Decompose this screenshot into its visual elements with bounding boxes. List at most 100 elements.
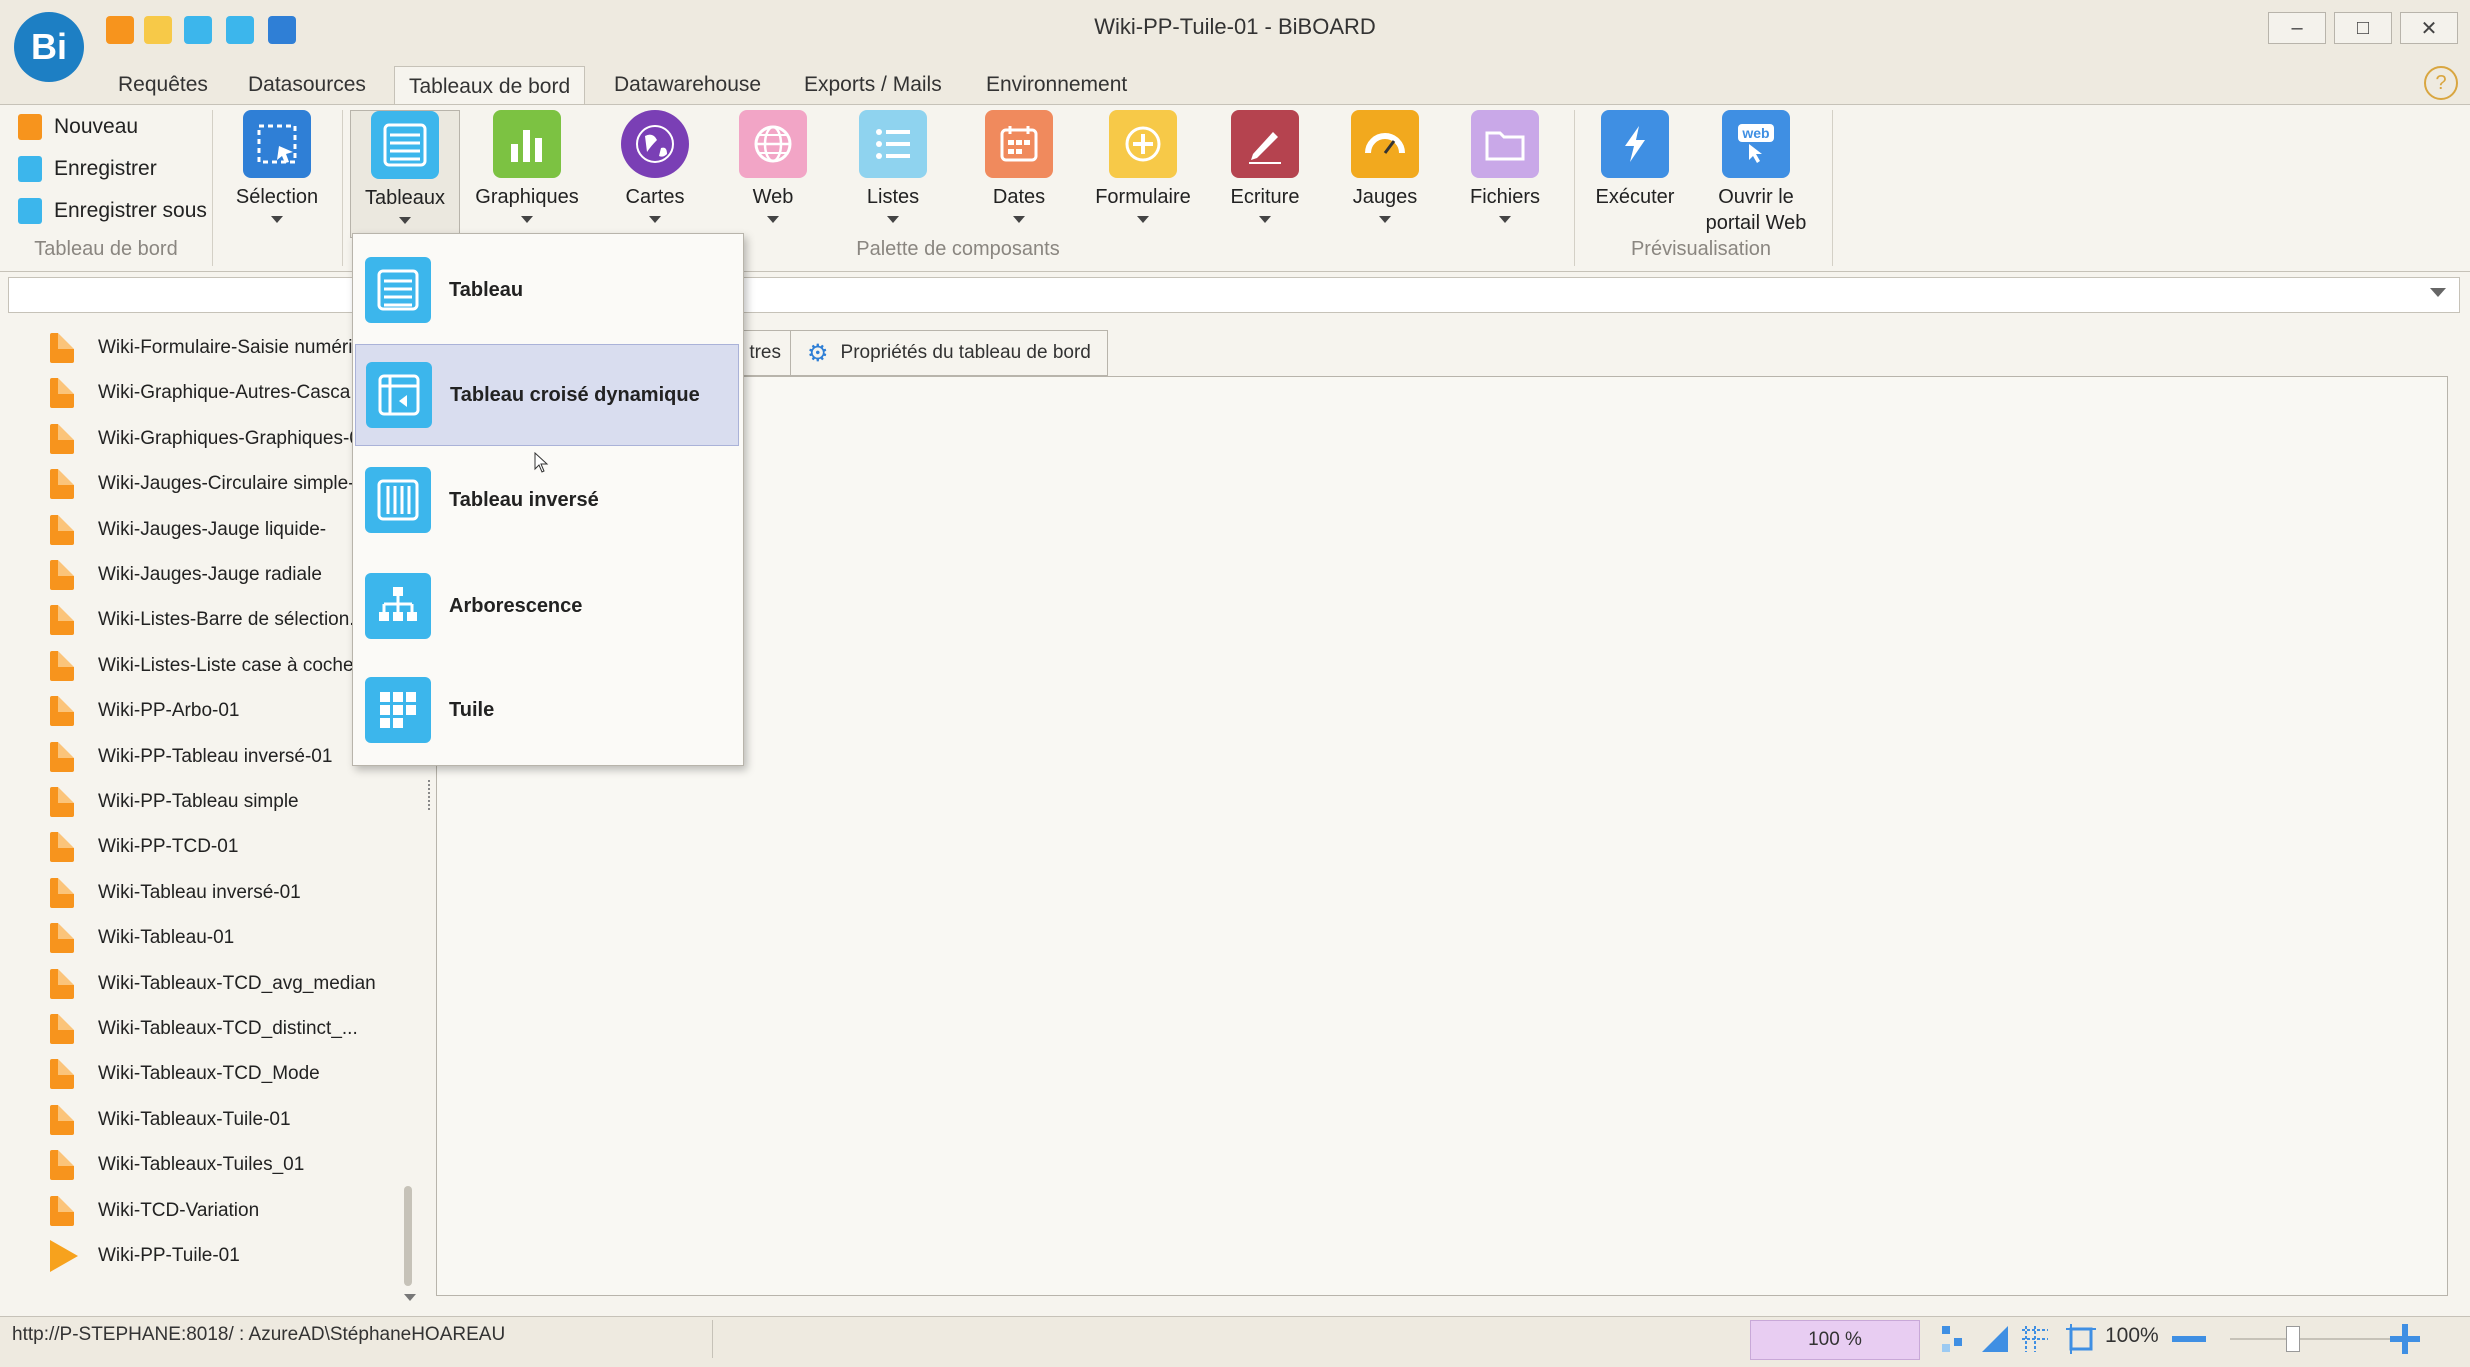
tree-item[interactable]: Wiki-Tableaux-TCD_avg_median: [50, 962, 376, 1006]
close-button[interactable]: ✕: [2400, 12, 2458, 44]
graphiques-button[interactable]: Graphiques: [468, 110, 586, 236]
fichiers-button[interactable]: Fichiers: [1446, 110, 1564, 236]
listes-button[interactable]: Listes: [834, 110, 952, 236]
tree-item[interactable]: Wiki-Tableau inversé-01: [50, 871, 301, 915]
tree-item[interactable]: Wiki-PP-Tableau inversé-01: [50, 735, 332, 779]
zoom-slider-track[interactable]: [2230, 1338, 2390, 1340]
web-button[interactable]: Web: [714, 110, 832, 236]
enregistrer-sous-button[interactable]: Enregistrer sous: [18, 194, 207, 228]
enregistrer-button[interactable]: Enregistrer: [18, 152, 157, 186]
mouse-cursor-icon: [534, 451, 550, 479]
ecriture-label: Ecriture: [1230, 186, 1300, 208]
tree-item[interactable]: Wiki-Listes-Barre de sélection...: [50, 598, 365, 642]
zoom-in-icon[interactable]: [2388, 1322, 2422, 1356]
search-input[interactable]: [8, 277, 356, 313]
dashboard-file-icon: [50, 787, 74, 817]
tree-item[interactable]: Wiki-Tableaux-TCD_distinct_...: [50, 1007, 358, 1051]
dashboard-file-icon: [50, 515, 74, 545]
dashboard-file-icon: [50, 1150, 74, 1180]
grid-icon[interactable]: [2018, 1322, 2052, 1356]
toolbar-dropdown-icon[interactable]: [2430, 288, 2446, 297]
menu-item-tcd-label: Tableau croisé dynamique: [450, 383, 700, 406]
tree-item-current[interactable]: Wiki-PP-Tuile-01: [50, 1234, 240, 1278]
dashboard-file-icon: [50, 878, 74, 908]
gauge-icon: [1351, 110, 1419, 178]
ribbon-separator: [212, 110, 213, 266]
nouveau-label: Nouveau: [54, 115, 139, 138]
tree-item[interactable]: Wiki-TCD-Variation: [50, 1189, 259, 1233]
chevron-down-icon: [767, 216, 779, 223]
chevron-down-icon: [649, 216, 661, 223]
selection-button[interactable]: Sélection: [218, 110, 336, 236]
ouvrir-portail-button[interactable]: web Ouvrir le portail Web: [1694, 110, 1818, 236]
align-icon[interactable]: [1978, 1322, 2012, 1356]
menu-item-tableau-croise-dynamique[interactable]: Tableau croisé dynamique: [355, 344, 739, 446]
tree-item[interactable]: Wiki-Graphique-Autres-Casca...: [50, 371, 366, 415]
menu-item-tuile[interactable]: Tuile: [355, 660, 741, 760]
help-icon[interactable]: ?: [2424, 66, 2458, 100]
splitter-handle[interactable]: [428, 780, 433, 810]
tree-scrollbar[interactable]: [404, 1186, 412, 1286]
tree-item[interactable]: Wiki-Tableaux-TCD_Mode: [50, 1052, 320, 1096]
tree-item[interactable]: Wiki-Formulaire-Saisie numéri...: [50, 326, 368, 370]
dashboard-file-icon: [50, 605, 74, 635]
tree-icon: [365, 573, 431, 639]
tree-item[interactable]: Wiki-Jauges-Jauge radiale: [50, 553, 322, 597]
tab-environnement[interactable]: Environnement: [972, 66, 1141, 104]
tableaux-button[interactable]: Tableaux: [350, 110, 460, 238]
tab-datawarehouse[interactable]: Datawarehouse: [600, 66, 775, 104]
tree-item[interactable]: Wiki-PP-TCD-01: [50, 825, 238, 869]
tree-item[interactable]: Wiki-PP-Arbo-01: [50, 689, 239, 733]
cartes-button[interactable]: Cartes: [596, 110, 714, 236]
zoom-out-icon[interactable]: [2172, 1336, 2206, 1342]
globe-icon: [621, 110, 689, 178]
fit-page-icon[interactable]: [2064, 1322, 2098, 1356]
list-icon: [859, 110, 927, 178]
enregistrer-sous-label: Enregistrer sous: [54, 199, 207, 222]
formulaire-button[interactable]: Formulaire: [1084, 110, 1202, 236]
graphiques-label: Graphiques: [475, 186, 579, 208]
app-logo[interactable]: Bi: [14, 12, 84, 82]
tree-item-label: Wiki-PP-Tuile-01: [98, 1245, 240, 1266]
nouveau-button[interactable]: Nouveau: [18, 110, 138, 144]
tab-tableaux-de-bord[interactable]: Tableaux de bord: [394, 66, 586, 107]
lightning-icon: [1601, 110, 1669, 178]
tab-exports-mails[interactable]: Exports / Mails: [790, 66, 956, 104]
maximize-button[interactable]: □: [2334, 12, 2392, 44]
menu-item-arborescence[interactable]: Arborescence: [355, 556, 741, 656]
tree-item-label: Wiki-PP-TCD-01: [98, 836, 239, 857]
tableaux-dropdown-menu: Tableau Tableau croisé dynamique Tableau…: [352, 233, 744, 766]
jauges-button[interactable]: Jauges: [1326, 110, 1444, 236]
dashboard-file-icon: [50, 923, 74, 953]
ouvrir-portail-label: Ouvrir le portail Web: [1706, 184, 1807, 236]
tree-item[interactable]: Wiki-Tableau-01: [50, 916, 234, 960]
tree-item[interactable]: Wiki-Tableaux-Tuile-01: [50, 1098, 291, 1142]
grid-snap-icon[interactable]: [1938, 1322, 1972, 1356]
tree-item[interactable]: Wiki-Jauges-Jauge liquide-: [50, 508, 326, 552]
tree-item[interactable]: Wiki-Graphiques-Graphiques-0: [50, 417, 360, 461]
tree-item-label: Wiki-Jauges-Circulaire simple-0: [98, 473, 366, 494]
dates-button[interactable]: Dates: [960, 110, 1078, 236]
tree-item-label: Wiki-Jauges-Jauge radiale: [98, 564, 322, 585]
zoom-slider-thumb[interactable]: [2286, 1326, 2300, 1352]
menu-item-tableau[interactable]: Tableau: [355, 240, 741, 340]
tab-datasources[interactable]: Datasources: [234, 66, 380, 104]
tree-item[interactable]: Wiki-Tableaux-Tuiles_01: [50, 1143, 304, 1187]
tab-proprietes[interactable]: ⚙ Propriétés du tableau de bord: [790, 330, 1108, 376]
group-label-previsualisation: Prévisualisation: [1630, 238, 1772, 260]
ribbon-separator: [342, 110, 343, 266]
web-globe-icon: [739, 110, 807, 178]
tree-item[interactable]: Wiki-Listes-Liste case à coche...: [50, 644, 369, 688]
minimize-button[interactable]: –: [2268, 12, 2326, 44]
tab-requetes[interactable]: Requêtes: [104, 66, 222, 104]
folder-icon: [1471, 110, 1539, 178]
tree-item[interactable]: Wiki-PP-Tableau simple: [50, 780, 299, 824]
scroll-down-icon[interactable]: [404, 1294, 416, 1301]
chevron-down-icon: [1499, 216, 1511, 223]
pivot-table-icon: [366, 362, 432, 428]
dashboard-file-icon: [50, 1014, 74, 1044]
tree-item[interactable]: Wiki-Jauges-Circulaire simple-0: [50, 462, 365, 506]
ecriture-button[interactable]: Ecriture: [1206, 110, 1324, 236]
executer-button[interactable]: Exécuter: [1576, 110, 1694, 236]
status-separator: [712, 1320, 713, 1358]
